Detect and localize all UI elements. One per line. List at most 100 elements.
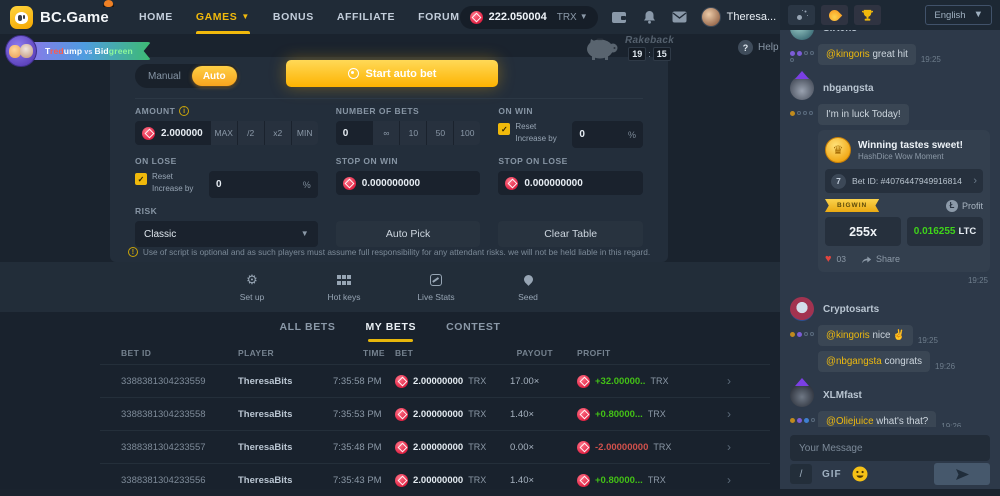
table-row[interactable]: 3388381304233558 TheresaBits 7:35:53 PM … (100, 397, 770, 430)
win-share-card[interactable]: ♛ Winning tastes sweet! HashDice Wow Mom… (818, 130, 990, 272)
medal-dots (790, 104, 818, 291)
reset-checkbox[interactable]: ✓ (498, 123, 510, 135)
promo-characters-icon (5, 35, 37, 67)
info-icon: ! (128, 247, 138, 257)
mail-icon[interactable] (671, 9, 688, 26)
on-lose-percent-input[interactable]: 0% (209, 171, 318, 198)
risk-select[interactable]: Classic▼ (135, 221, 318, 247)
bcgame-logo[interactable]: BC.Game (10, 6, 109, 29)
amount-modifier-button[interactable]: /2 (237, 121, 264, 145)
hashdice-icon: 7 (831, 174, 846, 189)
number-of-bets-input[interactable]: 0 (336, 121, 373, 145)
chat-messages: SiK0n3 @kingoris great hit 19:25 nbgangs… (780, 30, 1000, 427)
menu-item-games[interactable]: GAMES▼ (196, 0, 250, 34)
tab-all-bets[interactable]: ALL BETS (279, 321, 335, 342)
bets-preset-button[interactable]: 10 (399, 121, 426, 145)
slash-commands-button[interactable]: / (790, 464, 812, 484)
stop-on-win-control: STOP ON WIN 0.000000000 (336, 156, 481, 198)
avatar[interactable] (790, 30, 814, 40)
stop-on-lose-input[interactable]: 0.000000000 (498, 171, 643, 195)
table-row[interactable]: 3388381304233559 TheresaBits 7:35:58 PM … (100, 364, 770, 397)
tab-my-bets[interactable]: MY BETS (365, 321, 416, 342)
win-card-bet-id[interactable]: 7 Bet ID: #4076447949916814 › (825, 169, 983, 193)
stop-on-win-input[interactable]: 0.000000000 (336, 171, 481, 195)
menu-item-forum[interactable]: FORUM (418, 0, 460, 34)
chat-fireball-button[interactable] (821, 5, 848, 25)
live-stats-button[interactable]: Live Stats (410, 273, 462, 302)
logo-text: BC.Game (40, 9, 109, 26)
amount-input[interactable]: 2.000000 (135, 121, 210, 145)
reset-checkbox[interactable]: ✓ (135, 173, 147, 185)
balance-selector[interactable]: 222.050004 TRX▼ (460, 6, 598, 29)
time-cell: 7:35:53 PM (333, 409, 395, 420)
manual-mode-button[interactable]: Manual (137, 66, 192, 86)
emoji-picker-icon[interactable] (852, 466, 868, 482)
amount-modifier-button[interactable]: MAX (210, 121, 237, 145)
auto-pick-button[interactable]: Auto Pick (336, 221, 481, 247)
table-row[interactable]: 3388381304233556 TheresaBits 7:35:43 PM … (100, 463, 770, 496)
chat-contest-button[interactable] (854, 5, 881, 25)
chevron-right-icon[interactable]: › (727, 374, 737, 388)
user-menu[interactable]: Theresa... ▼ (701, 7, 790, 27)
bet-cell: 2.00000000TRX (395, 441, 510, 454)
avatar[interactable] (790, 297, 814, 321)
wallet-icon[interactable] (611, 9, 628, 26)
send-message-button[interactable] (934, 463, 990, 485)
avatar[interactable] (790, 76, 814, 100)
message-time: 19:25 (918, 336, 938, 346)
setup-button[interactable]: ⚙ Set up (226, 273, 278, 302)
bet-controls: AMOUNTi 2.000000 MAX/2x2MIN NUMBER OF BE… (135, 106, 643, 247)
balance-amount: 222.050004 (489, 11, 547, 23)
avatar[interactable] (790, 383, 814, 407)
tab-contest[interactable]: CONTEST (446, 321, 500, 342)
amount-modifier-button[interactable]: x2 (264, 121, 291, 145)
menu-item-bonus[interactable]: BONUS (273, 0, 314, 34)
chat-rain-button[interactable] (788, 5, 815, 25)
chat-username[interactable]: nbgangsta (823, 83, 874, 94)
help-button[interactable]: ? Help (738, 40, 779, 55)
seed-button[interactable]: Seed (502, 273, 554, 302)
auto-mode-button[interactable]: Auto (192, 66, 237, 86)
chat-message-input[interactable] (790, 435, 990, 461)
chevron-right-icon[interactable]: › (727, 440, 737, 454)
bets-preset-button[interactable]: ∞ (372, 121, 399, 145)
timer-seconds: 15 (653, 47, 671, 61)
trx-coin-icon (343, 177, 356, 190)
menu-item-home[interactable]: HOME (139, 0, 173, 34)
rakeback-widget[interactable]: Rakeback 19 : 15 (583, 35, 674, 61)
chevron-right-icon[interactable]: › (727, 407, 737, 421)
amount-modifiers: MAX/2x2MIN (210, 121, 318, 145)
amount-control: AMOUNTi 2.000000 MAX/2x2MIN (135, 106, 318, 148)
chat-username[interactable]: Cryptosarts (823, 304, 879, 315)
menu-item-affiliate[interactable]: AFFILIATE (337, 0, 395, 34)
bet-panel: Manual Auto Start auto bet AMOUNTi 2.000… (110, 57, 668, 262)
share-button[interactable]: Share (861, 254, 900, 264)
stop-on-lose-label: STOP ON LOSE (498, 156, 567, 166)
spray-icon (797, 10, 807, 20)
like-button[interactable]: ♥ (825, 253, 832, 265)
chat-username[interactable]: XLMfast (823, 390, 862, 401)
amount-modifier-button[interactable]: MIN (291, 121, 318, 145)
chat-username[interactable]: SiK0n3 (823, 30, 857, 34)
promo-banner[interactable]: TredumpvsBidgreen (5, 33, 157, 69)
bets-preset-button[interactable]: 50 (426, 121, 453, 145)
time-cell: 7:35:48 PM (333, 442, 395, 453)
chevron-down-icon: ▼ (241, 13, 250, 21)
gold-coin-icon: ♛ (825, 137, 851, 163)
on-win-percent-input[interactable]: 0% (572, 121, 643, 148)
notifications-bell-icon[interactable] (641, 9, 658, 26)
medal-dots (790, 411, 818, 427)
win-card-title: Winning tastes sweet! (858, 140, 963, 152)
table-row[interactable]: 3388381304233557 TheresaBits 7:35:48 PM … (100, 430, 770, 463)
clear-table-button[interactable]: Clear Table (498, 221, 643, 247)
start-auto-bet-button[interactable]: Start auto bet (286, 60, 498, 87)
gif-button[interactable]: GIF (822, 469, 842, 480)
bet-cell: 2.00000000TRX (395, 375, 510, 388)
profit-box: 0.016255LTC (907, 217, 983, 246)
bet-id-cell: 3388381304233559 (121, 376, 238, 387)
chevron-right-icon[interactable]: › (727, 473, 737, 487)
language-select[interactable]: English ▼ (925, 5, 992, 25)
main-menu: HOME GAMES▼ BONUS AFFILIATE FORUM (139, 0, 460, 34)
bets-preset-button[interactable]: 100 (453, 121, 480, 145)
hot-keys-button[interactable]: Hot keys (318, 273, 370, 302)
